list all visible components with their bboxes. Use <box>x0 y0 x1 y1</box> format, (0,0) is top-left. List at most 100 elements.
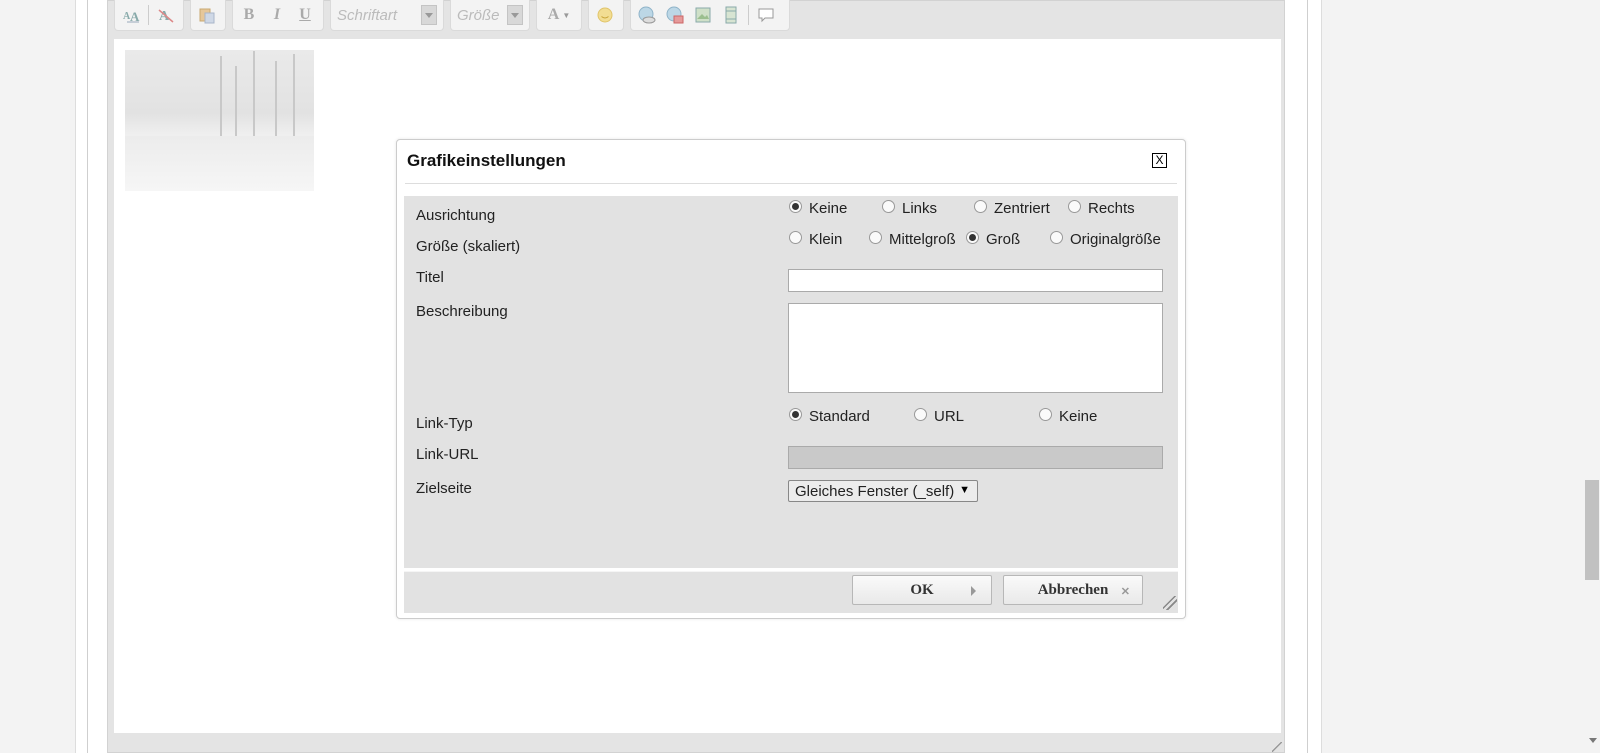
radio-icon[interactable] <box>882 199 895 213</box>
content-image[interactable] <box>125 50 314 191</box>
link-type-option-label: Keine <box>1059 407 1098 425</box>
radio-icon[interactable] <box>1050 230 1063 244</box>
link-type-option-label: Standard <box>809 407 870 425</box>
alignment-option-label: Rechts <box>1088 199 1135 217</box>
font-size-placeholder: Größe <box>457 6 500 24</box>
size-option-label: Mittelgroß <box>889 230 956 248</box>
underline-button[interactable]: U <box>294 4 316 26</box>
editor-resize-icon[interactable] <box>1272 742 1282 752</box>
chevron-down-icon[interactable] <box>421 5 437 25</box>
dialog-resize-icon[interactable] <box>1163 596 1177 610</box>
comment-icon[interactable] <box>755 4 777 26</box>
alignment-option-label: Zentriert <box>994 199 1050 217</box>
toolbar-group-color: A ▼ <box>536 0 582 31</box>
size-option-label: Groß <box>986 230 1021 248</box>
dialog-body: Ausrichtung Keine Links Zentriert Rechts… <box>404 196 1178 568</box>
radio-checked-icon[interactable] <box>789 199 802 213</box>
insert-video-icon[interactable] <box>720 4 742 26</box>
alignment-option-rechts[interactable]: Rechts <box>1068 199 1135 217</box>
alignment-option-label: Keine <box>809 199 848 217</box>
toolbar-group-paste <box>190 0 226 31</box>
title-input[interactable] <box>788 269 1163 292</box>
ok-button-label: OK <box>910 581 934 598</box>
alignment-option-zentriert[interactable]: Zentriert <box>974 199 1050 217</box>
font-color-button[interactable]: A ▼ <box>542 4 576 26</box>
remove-format-icon[interactable]: A <box>155 4 177 26</box>
font-family-combo[interactable]: Schriftart <box>330 0 444 31</box>
toolbar-separator <box>748 5 749 25</box>
dialog-footer: OK Abbrechen ✕ <box>404 571 1178 613</box>
change-case-icon[interactable]: AA <box>120 4 142 26</box>
toolbar-group-format: AA A <box>114 0 184 31</box>
target-select[interactable]: Gleiches Fenster (_self) ▼ <box>788 480 978 502</box>
size-option-klein[interactable]: Klein <box>789 230 842 248</box>
page-divider-right <box>1307 0 1308 753</box>
editor-toolbar: AA A B I U Schriftart Größe A ▼ <box>114 0 1284 32</box>
dialog-divider <box>405 183 1177 184</box>
page-divider-left <box>87 0 88 753</box>
dialog-title: Grafikeinstellungen <box>407 151 566 170</box>
description-textarea[interactable] <box>788 303 1163 393</box>
alignment-option-links[interactable]: Links <box>882 199 938 217</box>
size-option-label: Originalgröße <box>1070 230 1161 248</box>
close-button[interactable]: X <box>1152 153 1167 168</box>
size-option-mittelgross[interactable]: Mittelgroß <box>869 230 956 248</box>
scroll-down-icon[interactable] <box>1589 738 1597 743</box>
image-settings-dialog: Grafikeinstellungen X Ausrichtung Keine … <box>396 139 1186 619</box>
description-label: Beschreibung <box>416 303 508 320</box>
title-label: Titel <box>416 269 444 286</box>
radio-icon[interactable] <box>914 407 927 421</box>
paste-icon[interactable] <box>196 4 218 26</box>
font-color-label: A <box>547 6 560 23</box>
alignment-option-label: Links <box>902 199 938 217</box>
size-option-gross[interactable]: Groß <box>966 230 1021 248</box>
radio-checked-icon[interactable] <box>966 230 979 244</box>
radio-checked-icon[interactable] <box>789 407 802 421</box>
chevron-down-icon[interactable] <box>507 5 523 25</box>
toolbar-group-insert <box>630 0 790 31</box>
radio-icon[interactable] <box>1039 407 1052 421</box>
image-detail <box>235 66 237 146</box>
target-select-value: Gleiches Fenster (_self) <box>795 482 955 500</box>
font-size-combo[interactable]: Größe <box>450 0 530 31</box>
radio-icon[interactable] <box>789 230 802 244</box>
radio-icon[interactable] <box>974 199 987 213</box>
bold-button[interactable]: B <box>238 4 260 26</box>
ok-button[interactable]: OK <box>852 575 992 605</box>
dropdown-arrow-icon: ▼ <box>959 484 970 496</box>
alignment-option-keine[interactable]: Keine <box>789 199 848 217</box>
size-label: Größe (skaliert) <box>416 238 521 255</box>
link-url-label: Link-URL <box>416 446 479 463</box>
svg-text:A: A <box>130 9 140 23</box>
insert-image-icon[interactable] <box>692 4 714 26</box>
smiley-icon[interactable] <box>594 4 616 26</box>
link-type-option-label: URL <box>934 407 965 425</box>
radio-icon[interactable] <box>869 230 882 244</box>
cancel-button[interactable]: Abbrechen ✕ <box>1003 575 1143 605</box>
image-detail <box>275 61 277 146</box>
link-type-option-url[interactable]: URL <box>914 407 965 425</box>
link-url-input <box>788 446 1163 469</box>
image-detail <box>253 51 255 146</box>
remove-link-icon[interactable] <box>664 4 686 26</box>
play-icon <box>971 586 976 596</box>
image-detail <box>293 54 295 146</box>
close-icon: ✕ <box>1120 586 1130 598</box>
image-detail <box>125 136 314 191</box>
page-scrollbar-thumb[interactable] <box>1585 480 1599 580</box>
radio-icon[interactable] <box>1068 199 1081 213</box>
size-option-originalgroesse[interactable]: Originalgröße <box>1050 230 1161 248</box>
toolbar-separator <box>148 5 149 25</box>
toolbar-group-text-style: B I U <box>232 0 324 31</box>
italic-button[interactable]: I <box>266 4 288 26</box>
alignment-label: Ausrichtung <box>416 207 496 224</box>
image-detail <box>220 56 222 146</box>
link-type-option-keine[interactable]: Keine <box>1039 407 1098 425</box>
target-label: Zielseite <box>416 480 472 497</box>
link-type-label: Link-Typ <box>416 415 473 432</box>
link-type-option-standard[interactable]: Standard <box>789 407 870 425</box>
chevron-down-icon: ▼ <box>562 10 571 20</box>
insert-link-icon[interactable] <box>636 4 658 26</box>
font-family-placeholder: Schriftart <box>337 6 398 24</box>
toolbar-group-emoji <box>588 0 624 31</box>
